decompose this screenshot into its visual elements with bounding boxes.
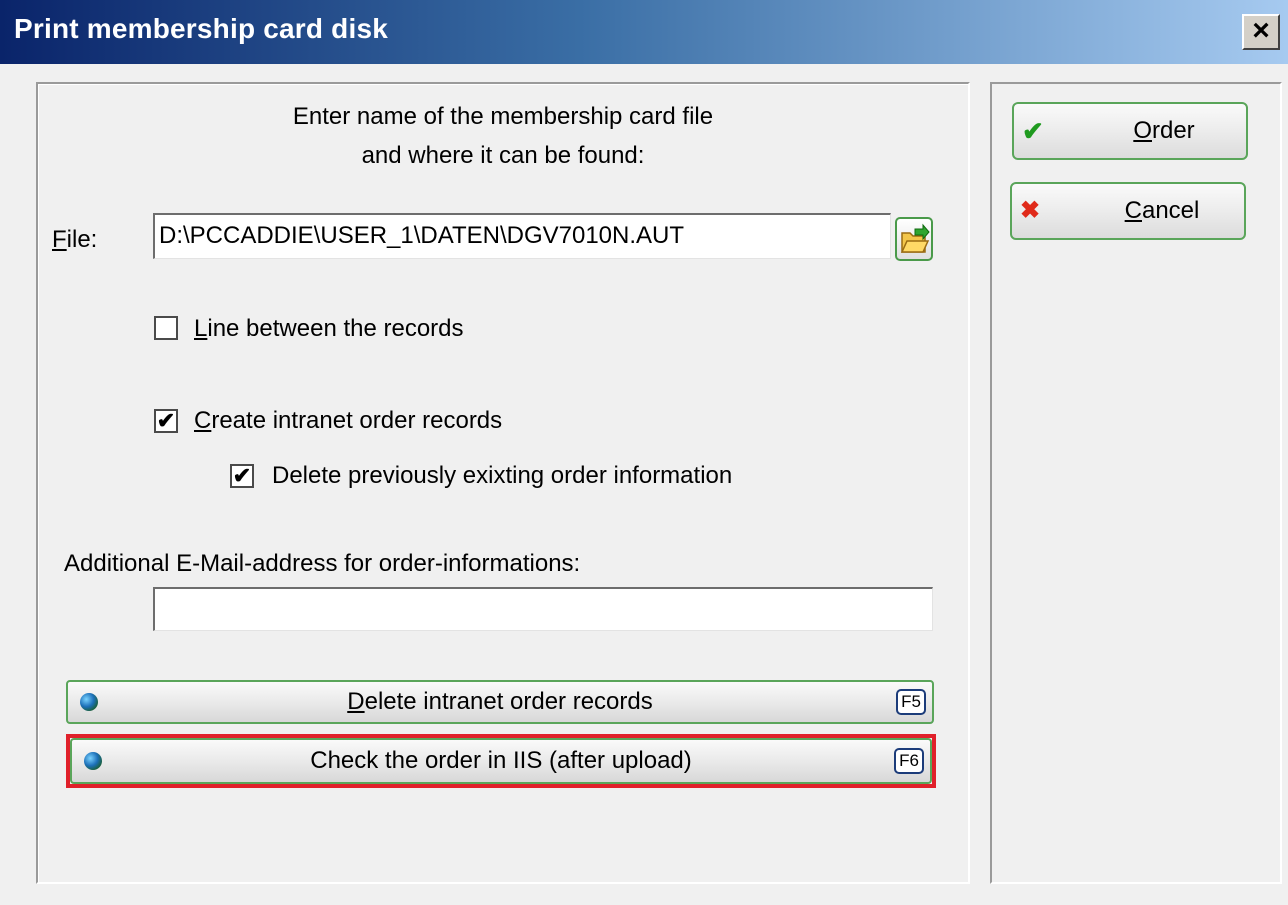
- line-between-checkbox[interactable]: [154, 316, 178, 340]
- create-intranet-label[interactable]: Create intranet order records: [194, 407, 502, 435]
- close-button[interactable]: ×: [1242, 14, 1280, 50]
- instruction-line-2: and where it can be found:: [361, 142, 645, 169]
- create-intranet-checkbox[interactable]: ✔: [154, 409, 178, 433]
- order-button[interactable]: ✔ Order: [1012, 102, 1248, 160]
- window-title: Print membership card disk: [14, 13, 388, 44]
- instruction-line-1: Enter name of the membership card file: [292, 103, 714, 130]
- file-path-input[interactable]: D:\PCCADDIE\USER_1\DATEN\DGV7010N.AUT: [153, 213, 891, 259]
- x-icon: ✖: [1020, 197, 1041, 224]
- delete-previous-checkbox[interactable]: ✔: [230, 464, 254, 488]
- delete-previous-label[interactable]: Delete previously exixting order informa…: [272, 462, 732, 490]
- browse-button[interactable]: [895, 217, 933, 261]
- highlight-box: [66, 734, 936, 788]
- title-bar: Print membership card disk ×: [0, 0, 1288, 64]
- line-between-label[interactable]: Line between the records: [194, 315, 464, 343]
- cancel-button[interactable]: ✖ Cancel: [1010, 182, 1246, 240]
- cancel-label: Cancel: [1124, 197, 1200, 224]
- file-label: File:: [52, 226, 98, 253]
- folder-open-icon: [900, 223, 930, 253]
- delete-intranet-label: Delete intranet order records: [347, 688, 653, 715]
- delete-intranet-button[interactable]: Delete intranet order records F5: [66, 680, 934, 724]
- checkmark-icon: ✔: [1022, 116, 1044, 146]
- email-label: Additional E-Mail-address for order-info…: [64, 550, 581, 577]
- f5-key-badge: F5: [896, 689, 926, 715]
- globe-icon: [80, 693, 98, 711]
- close-icon: ×: [1252, 14, 1270, 47]
- order-label: Order: [1133, 117, 1195, 144]
- email-input[interactable]: [153, 587, 933, 631]
